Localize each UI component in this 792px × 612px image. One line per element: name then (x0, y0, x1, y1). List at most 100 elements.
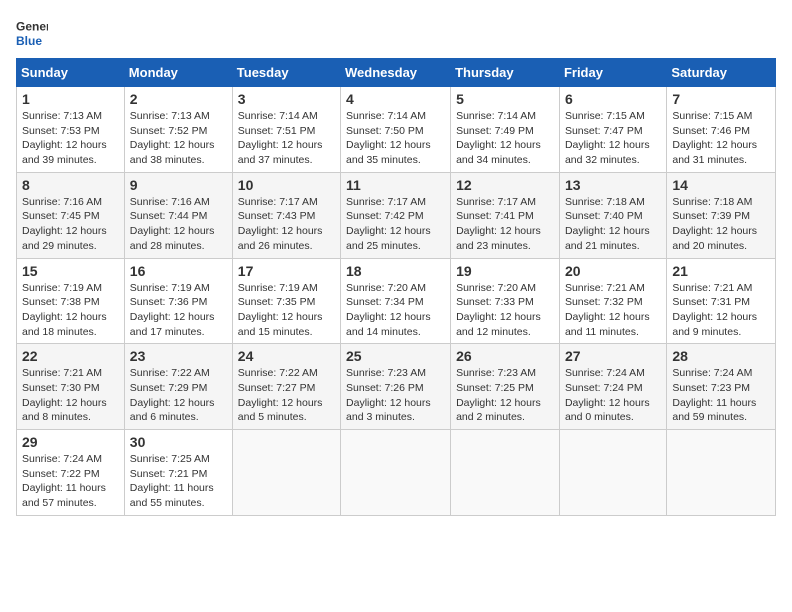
calendar-body: 1 Sunrise: 7:13 AMSunset: 7:53 PMDaylight… (17, 87, 776, 516)
week-row-1: 1 Sunrise: 7:13 AMSunset: 7:53 PMDaylight… (17, 87, 776, 173)
day-info: Sunrise: 7:23 AMSunset: 7:26 PMDaylight:… (346, 367, 431, 423)
week-row-5: 29 Sunrise: 7:24 AMSunset: 7:22 PMDayligh… (17, 430, 776, 516)
day-cell-29: 29 Sunrise: 7:24 AMSunset: 7:22 PMDayligh… (17, 430, 125, 516)
day-cell-14: 14 Sunrise: 7:18 AMSunset: 7:39 PMDayligh… (667, 172, 776, 258)
day-cell-7: 7 Sunrise: 7:15 AMSunset: 7:46 PMDaylight… (667, 87, 776, 173)
day-info: Sunrise: 7:24 AMSunset: 7:22 PMDaylight:… (22, 453, 106, 509)
day-cell-12: 12Sunrise: 7:17 AMSunset: 7:41 PMDayligh… (451, 172, 560, 258)
day-info: Sunrise: 7:17 AMSunset: 7:42 PMDaylight:… (346, 196, 431, 252)
day-cell-9: 9 Sunrise: 7:16 AMSunset: 7:44 PMDaylight… (124, 172, 232, 258)
day-cell-19: 19 Sunrise: 7:20 AMSunset: 7:33 PMDayligh… (451, 258, 560, 344)
svg-text:Blue: Blue (16, 34, 42, 48)
logo: General Blue (16, 16, 48, 48)
day-info: Sunrise: 7:20 AMSunset: 7:33 PMDaylight:… (456, 282, 541, 338)
day-cell-8: 8 Sunrise: 7:16 AMSunset: 7:45 PMDaylight… (17, 172, 125, 258)
day-number: 4 (346, 91, 445, 107)
day-number: 21 (672, 263, 770, 279)
day-info: Sunrise: 7:18 AMSunset: 7:40 PMDaylight:… (565, 196, 650, 252)
day-cell-22: 22Sunrise: 7:21 AMSunset: 7:30 PMDayligh… (17, 344, 125, 430)
day-cell-10: 10 Sunrise: 7:17 AMSunset: 7:43 PMDayligh… (232, 172, 340, 258)
day-info: Sunrise: 7:15 AMSunset: 7:46 PMDaylight:… (672, 110, 757, 166)
day-info: Sunrise: 7:22 AMSunset: 7:27 PMDaylight:… (238, 367, 323, 423)
empty-cell (232, 430, 340, 516)
day-info: Sunrise: 7:13 AMSunset: 7:52 PMDaylight:… (130, 110, 215, 166)
day-cell-23: 23 Sunrise: 7:22 AMSunset: 7:29 PMDayligh… (124, 344, 232, 430)
day-number: 18 (346, 263, 445, 279)
day-cell-11: 11 Sunrise: 7:17 AMSunset: 7:42 PMDayligh… (341, 172, 451, 258)
day-cell-13: 13 Sunrise: 7:18 AMSunset: 7:40 PMDayligh… (559, 172, 666, 258)
svg-text:General: General (16, 19, 48, 33)
day-cell-6: 6 Sunrise: 7:15 AMSunset: 7:47 PMDaylight… (559, 87, 666, 173)
day-number: 23 (130, 348, 227, 364)
day-cell-25: 25 Sunrise: 7:23 AMSunset: 7:26 PMDayligh… (341, 344, 451, 430)
day-cell-4: 4Sunrise: 7:14 AMSunset: 7:50 PMDaylight… (341, 87, 451, 173)
day-info: Sunrise: 7:21 AMSunset: 7:31 PMDaylight:… (672, 282, 757, 338)
day-info: Sunrise: 7:13 AMSunset: 7:53 PMDaylight:… (22, 110, 107, 166)
day-number: 11 (346, 177, 445, 193)
col-friday: Friday (559, 59, 666, 87)
day-info: Sunrise: 7:19 AMSunset: 7:38 PMDaylight:… (22, 282, 107, 338)
day-info: Sunrise: 7:14 AMSunset: 7:49 PMDaylight:… (456, 110, 541, 166)
col-saturday: Saturday (667, 59, 776, 87)
day-cell-28: 28Sunrise: 7:24 AMSunset: 7:23 PMDayligh… (667, 344, 776, 430)
empty-cell (451, 430, 560, 516)
col-monday: Monday (124, 59, 232, 87)
day-number: 2 (130, 91, 227, 107)
day-cell-2: 2 Sunrise: 7:13 AMSunset: 7:52 PMDaylight… (124, 87, 232, 173)
day-number: 26 (456, 348, 554, 364)
day-info: Sunrise: 7:24 AMSunset: 7:24 PMDaylight:… (565, 367, 650, 423)
col-thursday: Thursday (451, 59, 560, 87)
day-cell-17: 17Sunrise: 7:19 AMSunset: 7:35 PMDayligh… (232, 258, 340, 344)
day-number: 13 (565, 177, 661, 193)
day-info: Sunrise: 7:17 AMSunset: 7:43 PMDaylight:… (238, 196, 323, 252)
day-number: 24 (238, 348, 335, 364)
day-number: 19 (456, 263, 554, 279)
day-info: Sunrise: 7:25 AMSunset: 7:21 PMDaylight:… (130, 453, 214, 509)
day-cell-30: 30Sunrise: 7:25 AMSunset: 7:21 PMDayligh… (124, 430, 232, 516)
day-info: Sunrise: 7:22 AMSunset: 7:29 PMDaylight:… (130, 367, 215, 423)
day-number: 6 (565, 91, 661, 107)
day-info: Sunrise: 7:21 AMSunset: 7:32 PMDaylight:… (565, 282, 650, 338)
col-tuesday: Tuesday (232, 59, 340, 87)
empty-cell (559, 430, 666, 516)
day-number: 25 (346, 348, 445, 364)
day-cell-3: 3 Sunrise: 7:14 AMSunset: 7:51 PMDaylight… (232, 87, 340, 173)
day-info: Sunrise: 7:17 AMSunset: 7:41 PMDaylight:… (456, 196, 541, 252)
day-number: 17 (238, 263, 335, 279)
day-number: 14 (672, 177, 770, 193)
col-wednesday: Wednesday (341, 59, 451, 87)
header-row: Sunday Monday Tuesday Wednesday Thursday… (17, 59, 776, 87)
day-number: 29 (22, 434, 119, 450)
week-row-4: 22Sunrise: 7:21 AMSunset: 7:30 PMDayligh… (17, 344, 776, 430)
day-number: 9 (130, 177, 227, 193)
day-info: Sunrise: 7:23 AMSunset: 7:25 PMDaylight:… (456, 367, 541, 423)
day-number: 10 (238, 177, 335, 193)
day-number: 7 (672, 91, 770, 107)
day-number: 1 (22, 91, 119, 107)
day-cell-27: 27Sunrise: 7:24 AMSunset: 7:24 PMDayligh… (559, 344, 666, 430)
day-info: Sunrise: 7:14 AMSunset: 7:51 PMDaylight:… (238, 110, 323, 166)
col-sunday: Sunday (17, 59, 125, 87)
day-number: 16 (130, 263, 227, 279)
day-cell-21: 21 Sunrise: 7:21 AMSunset: 7:31 PMDayligh… (667, 258, 776, 344)
day-cell-15: 15 Sunrise: 7:19 AMSunset: 7:38 PMDayligh… (17, 258, 125, 344)
day-number: 15 (22, 263, 119, 279)
day-info: Sunrise: 7:21 AMSunset: 7:30 PMDaylight:… (22, 367, 107, 423)
day-info: Sunrise: 7:20 AMSunset: 7:34 PMDaylight:… (346, 282, 431, 338)
day-number: 3 (238, 91, 335, 107)
day-info: Sunrise: 7:19 AMSunset: 7:36 PMDaylight:… (130, 282, 215, 338)
day-info: Sunrise: 7:15 AMSunset: 7:47 PMDaylight:… (565, 110, 650, 166)
day-info: Sunrise: 7:16 AMSunset: 7:45 PMDaylight:… (22, 196, 107, 252)
day-cell-16: 16 Sunrise: 7:19 AMSunset: 7:36 PMDayligh… (124, 258, 232, 344)
logo-icon: General Blue (16, 16, 48, 48)
day-info: Sunrise: 7:16 AMSunset: 7:44 PMDaylight:… (130, 196, 215, 252)
day-number: 8 (22, 177, 119, 193)
day-info: Sunrise: 7:18 AMSunset: 7:39 PMDaylight:… (672, 196, 757, 252)
day-cell-1: 1 Sunrise: 7:13 AMSunset: 7:53 PMDaylight… (17, 87, 125, 173)
empty-cell (341, 430, 451, 516)
calendar-table: Sunday Monday Tuesday Wednesday Thursday… (16, 58, 776, 516)
week-row-3: 15 Sunrise: 7:19 AMSunset: 7:38 PMDayligh… (17, 258, 776, 344)
day-cell-20: 20Sunrise: 7:21 AMSunset: 7:32 PMDayligh… (559, 258, 666, 344)
day-cell-26: 26 Sunrise: 7:23 AMSunset: 7:25 PMDayligh… (451, 344, 560, 430)
day-cell-24: 24 Sunrise: 7:22 AMSunset: 7:27 PMDayligh… (232, 344, 340, 430)
